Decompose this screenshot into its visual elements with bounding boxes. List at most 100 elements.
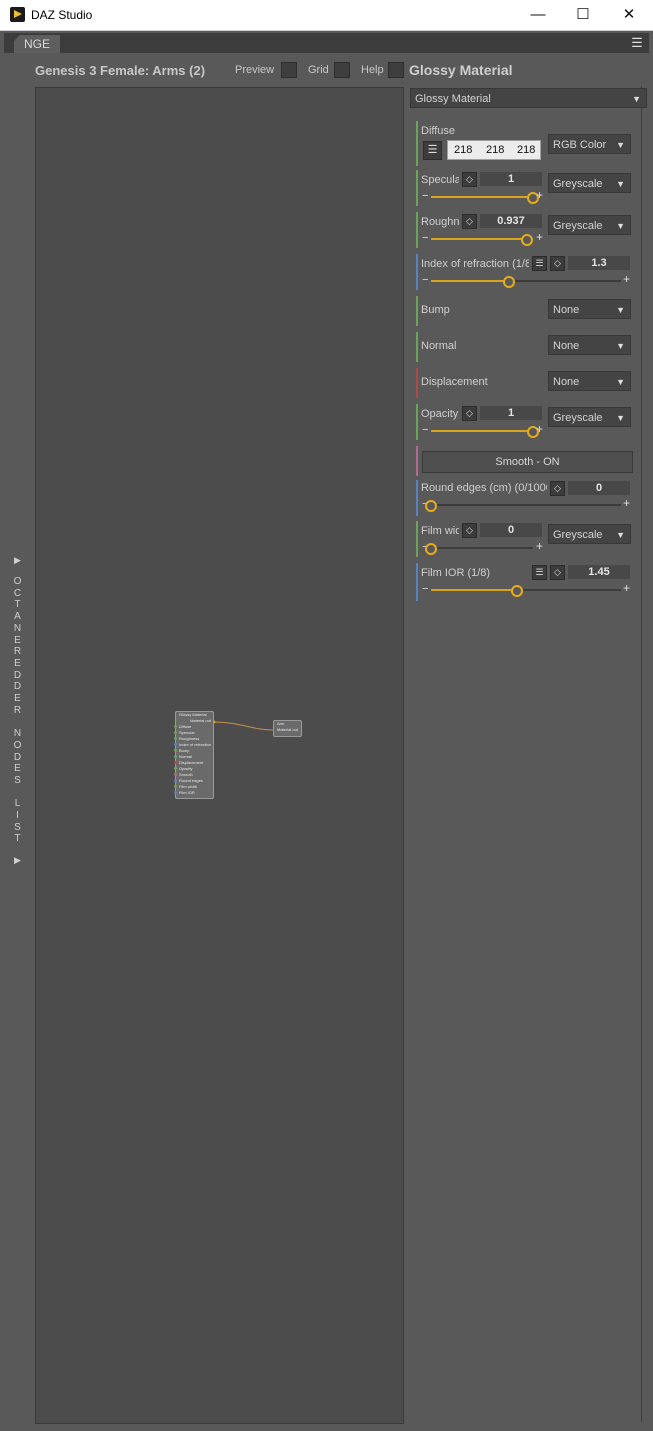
tab-nge[interactable]: NGE [14,35,60,53]
normal-mode-dropdown[interactable]: None ▼ [548,335,631,355]
specular-property: Specular ◇ 1 −+ Greyscale ▼ [416,170,634,206]
list-icon[interactable]: ☰ [423,141,442,160]
sidebar-letter: T [14,599,21,611]
blue-value[interactable]: 218 [517,141,535,159]
specular-slider[interactable]: − + [422,189,543,204]
specular-mode-dropdown[interactable]: Greyscale ▼ [548,173,631,193]
film-width-mode-dropdown[interactable]: Greyscale ▼ [548,524,631,544]
node-input-pin[interactable]: Material out [274,727,301,733]
sidebar-letter: C [13,587,22,599]
film-width-value[interactable]: 0 [480,523,542,537]
pin-label: Opacity [179,766,193,771]
minimize-button[interactable]: — [515,0,561,30]
dropdown-value: None [553,340,580,352]
slider-knob[interactable] [425,500,437,512]
help-checkbox[interactable] [388,62,404,78]
film-ior-slider[interactable]: − + [422,582,632,597]
roughness-value[interactable]: 0.937 [480,214,542,228]
keyframe-diamond-icon[interactable]: ◇ [462,172,477,187]
film-width-slider[interactable]: −+ [422,540,543,555]
help-label: Help [361,64,384,76]
keyframe-diamond-icon[interactable]: ◇ [462,406,477,421]
ior-slider[interactable]: − + [422,273,632,288]
keyframe-diamond-icon[interactable]: ◇ [462,214,477,229]
bump-mode-dropdown[interactable]: None ▼ [548,299,631,319]
opacity-property: Opacity ◇ 1 − + Greyscale ▼ [416,404,634,440]
round-edges-value[interactable]: 0 [568,481,630,495]
sidebar-letter: R [13,646,22,658]
material-name-heading: Glossy Material [409,62,513,78]
keyframe-diamond-icon[interactable]: ◇ [462,523,477,538]
roughness-mode-dropdown[interactable]: Greyscale ▼ [548,215,631,235]
normal-property: Normal None ▼ [416,332,634,362]
smooth-property: Smooth - ON [416,446,634,476]
keyframe-diamond-icon[interactable]: ◇ [550,565,565,580]
sidebar-letter: I [16,810,19,822]
close-button[interactable]: ✕ [606,0,652,30]
dropdown-value: RGB Color [553,139,607,151]
expand-arrow-icon[interactable]: ▶ [0,555,35,566]
node-graph-canvas[interactable]: Glossy Material Material out Diffuse Spec… [35,87,404,1424]
dropdown-value: Greyscale [553,529,603,541]
keyframe-diamond-icon[interactable]: ◇ [550,481,565,496]
octane-nodes-list-toggle[interactable]: ▶ OCTANEREDDER NODES LIST ▶ [0,555,35,866]
round-edges-slider[interactable]: −+ [422,497,632,512]
sidebar-letter: O [13,576,22,587]
dropdown-value: Greyscale [553,412,603,424]
round-edges-property: Round edges (cm) (0/1000) ◇ 0 −+ [416,480,634,516]
pin-label: Specular [179,730,195,735]
expand-arrow-icon[interactable]: ▶ [0,855,35,866]
arm-material-node[interactable]: Arm Material out [273,720,302,737]
pin-dot [174,731,177,734]
glossy-material-node[interactable]: Glossy Material Material out Diffuse Spec… [174,711,214,799]
ior-value[interactable]: 1.3 [568,256,630,270]
film-ior-value[interactable]: 1.45 [568,565,630,579]
material-type-dropdown[interactable]: Glossy Material ▼ [410,88,647,108]
slider-knob[interactable] [510,585,523,597]
opacity-mode-dropdown[interactable]: Greyscale ▼ [548,407,631,427]
diffuse-mode-dropdown[interactable]: RGB Color ▼ [548,134,631,154]
pin-dot [174,785,177,788]
sidebar-letter [0,716,35,728]
specular-value[interactable]: 1 [480,172,542,186]
opacity-slider[interactable]: − + [422,423,543,438]
roughness-property: Roughness ◇ 0.937 −+ Greyscale ▼ [416,212,634,248]
pin-dot [174,749,177,752]
film-ior-property: Film IOR (1/8) ☰ ◇ 1.45 − + [416,563,634,601]
rgb-color-field[interactable]: 218 218 218 [447,140,541,160]
node-editor-title: Genesis 3 Female: Arms (2) [35,63,206,78]
sidebar-vertical-label: OCTANEREDDER NODES LIST [0,576,35,845]
displacement-mode-dropdown[interactable]: None ▼ [548,371,631,391]
sidebar-letter: D [13,681,22,693]
sidebar-letter: T [14,833,21,845]
green-value[interactable]: 218 [486,141,504,159]
node-input-pin[interactable]: Film IOR [174,790,213,796]
list-icon[interactable]: ☰ [532,256,547,271]
red-value[interactable]: 218 [454,141,472,159]
slider-knob[interactable] [520,234,533,246]
window-titlebar: DAZ Studio — ☐ ✕ [0,0,653,31]
pin-label: Round edges [179,778,203,783]
chevron-down-icon: ▼ [616,221,625,231]
diffuse-label: Diffuse [421,125,456,137]
dropdown-value: Glossy Material [415,93,491,105]
opacity-value[interactable]: 1 [480,406,542,420]
smooth-toggle-button[interactable]: Smooth - ON [422,451,633,473]
slider-knob[interactable] [502,276,515,288]
slider-knob[interactable] [425,543,437,555]
preview-label: Preview [235,64,275,76]
normal-label: Normal [421,340,457,352]
dropdown-value: None [553,376,580,388]
grid-checkbox[interactable] [334,62,350,78]
pin-label: Smooth [179,772,193,777]
keyframe-diamond-icon[interactable]: ◇ [550,256,565,271]
sidebar-letter: N [13,622,22,634]
preview-checkbox[interactable] [281,62,297,78]
panel-menu-icon[interactable]: ☰ [629,35,645,51]
maximize-button[interactable]: ☐ [560,0,606,30]
index-of-refraction-property: Index of refraction (1/8) ☰ ◇ 1.3 − + [416,254,634,290]
sidebar-letter: E [14,763,21,775]
list-icon[interactable]: ☰ [532,565,547,580]
roughness-slider[interactable]: − + [422,231,543,246]
sidebar-letter: E [14,693,21,705]
